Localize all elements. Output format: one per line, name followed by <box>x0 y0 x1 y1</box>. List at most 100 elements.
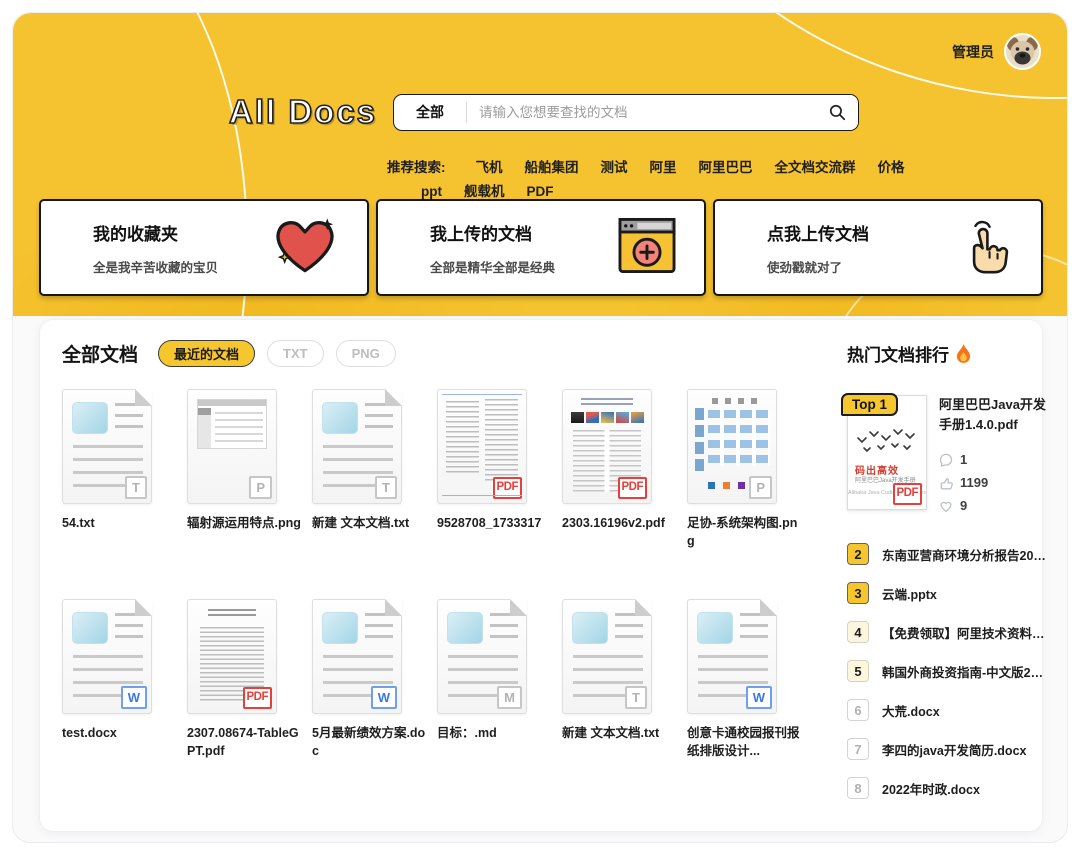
document-name: 辐射源运用特点.png <box>187 514 301 532</box>
heart-outline-icon <box>939 499 953 513</box>
content-panel: 全部文档 最近的文档 TXT PNG 热门文档排行 T <box>39 319 1043 832</box>
decor <box>695 408 704 476</box>
filter-png[interactable]: PNG <box>336 340 396 367</box>
search-category-dropdown[interactable]: 全部 <box>394 102 466 122</box>
recommend-tag[interactable]: ppt <box>421 183 442 200</box>
pointing-hand-icon <box>953 214 1013 281</box>
filetype-badge: PDF <box>618 477 648 500</box>
decor <box>581 398 633 406</box>
ranking-document-name: 李四的java开发简历.docx <box>882 740 1026 759</box>
app-logo: All Docs <box>229 93 377 131</box>
feature-cards-row: 我的收藏夹 全是我辛苦收藏的宝贝 我上传的文档 全部是精华全部是经典 <box>39 199 1043 296</box>
document-item[interactable]: W 5月最新绩效方案.doc <box>312 599 437 809</box>
document-thumbnail: P <box>187 389 277 504</box>
recommend-tag[interactable]: 测试 <box>601 159 628 176</box>
recommend-tag[interactable]: 飞机 <box>476 159 503 176</box>
user-avatar[interactable] <box>1004 33 1041 70</box>
document-name: 创意卡通校园报刊报纸排版设计... <box>687 724 801 760</box>
document-item[interactable]: P 辐射源运用特点.png <box>187 389 312 599</box>
document-name: 新建 文本文档.txt <box>562 724 676 742</box>
document-item[interactable]: P 足协-系统架构图.png <box>687 389 812 599</box>
top1-document-name: 阿里巴巴Java开发手册1.4.0.pdf <box>939 395 1049 434</box>
search-box: 全部 <box>393 94 859 131</box>
decor <box>365 403 393 434</box>
user-area: 管理员 <box>952 33 1041 70</box>
ranking-document-name: 大荒.docx <box>882 701 940 720</box>
favorites-stat: 9 <box>939 498 1049 513</box>
recommend-row-2: ppt 舰载机 PDF <box>387 183 905 200</box>
recommend-tag[interactable]: 全文档交流群 <box>775 159 856 176</box>
document-item[interactable]: W test.docx <box>62 599 187 809</box>
panel-body: T 54.txt P 辐射源运用特点.png T 新建 <box>62 389 1020 809</box>
ranking-title: 热门文档排行 <box>847 341 949 366</box>
document-item[interactable]: T 新建 文本文档.txt <box>562 599 687 809</box>
comments-value: 1 <box>960 452 967 467</box>
document-item[interactable]: PDF 2307.08674-TableGPT.pdf <box>187 599 312 809</box>
recommend-tag[interactable]: 船舶集团 <box>525 159 579 176</box>
recommend-tag[interactable]: 舰载机 <box>464 183 505 200</box>
search-row: All Docs 全部 <box>229 93 859 131</box>
document-item[interactable]: PDF 9528708_1733317 <box>437 389 562 599</box>
document-item[interactable]: T 新建 文本文档.txt <box>312 389 437 599</box>
search-button[interactable] <box>816 95 858 130</box>
filetype-badge: PDF <box>243 687 273 710</box>
favorites-card[interactable]: 我的收藏夹 全是我辛苦收藏的宝贝 <box>39 199 369 296</box>
ranking-item[interactable]: 7 李四的java开发简历.docx <box>847 738 1050 760</box>
document-item[interactable]: M 目标：.md <box>437 599 562 809</box>
document-thumbnail: T <box>562 599 652 714</box>
document-item[interactable]: PDF 2303.16196v2.pdf <box>562 389 687 599</box>
document-thumbnail: M <box>437 599 527 714</box>
recommend-tag[interactable]: 阿里 <box>650 159 677 176</box>
document-thumbnail: T <box>62 389 152 504</box>
document-item[interactable]: T 54.txt <box>62 389 187 599</box>
rank-badge: 4 <box>847 621 869 643</box>
top1-item[interactable]: Top 1 码出高效 阿里巴巴Java开发手册 Alibaba Java Cod… <box>847 395 1050 513</box>
ranking-document-name: 东南亚营商环境分析报告2019版.... <box>882 545 1050 564</box>
decor <box>115 403 143 434</box>
filetype-badge: P <box>249 476 272 499</box>
filetype-badge: W <box>371 686 397 709</box>
top1-cover-thumbnail: Top 1 码出高效 阿里巴巴Java开发手册 Alibaba Java Cod… <box>847 395 927 510</box>
ranking-item[interactable]: 3 云端.pptx <box>847 582 1050 604</box>
document-thumbnail: T <box>312 389 402 504</box>
likes-stat: 1199 <box>939 475 1049 490</box>
document-thumbnail: W <box>62 599 152 714</box>
document-thumbnail: PDF <box>187 599 277 714</box>
search-input[interactable] <box>467 105 816 120</box>
decor <box>615 613 643 644</box>
rank-badge: 2 <box>847 543 869 565</box>
my-uploads-card[interactable]: 我上传的文档 全部是精华全部是经典 <box>376 199 706 296</box>
decor <box>490 613 518 644</box>
top1-info: 阿里巴巴Java开发手册1.4.0.pdf 1 <box>927 395 1049 513</box>
recommend-tag[interactable]: 阿里巴巴 <box>699 159 753 176</box>
document-thumbnail: PDF <box>437 389 527 504</box>
ranking-item[interactable]: 5 韩国外商投资指南-中文版2020... <box>847 660 1050 682</box>
ranking-list: 2 东南亚营商环境分析报告2019版.... 3 云端.pptx 4 【免费领取… <box>847 543 1050 799</box>
ranking-item[interactable]: 2 东南亚营商环境分析报告2019版.... <box>847 543 1050 565</box>
filter-txt[interactable]: TXT <box>267 340 324 367</box>
filetype-badge: PDF <box>893 483 923 506</box>
upload-window-icon <box>618 217 676 278</box>
upload-card[interactable]: 点我上传文档 使劲戳就对了 <box>713 199 1043 296</box>
ranking-document-name: 云端.pptx <box>882 584 937 603</box>
recommend-tag[interactable]: 价格 <box>878 159 905 176</box>
document-thumbnail: W <box>312 599 402 714</box>
decor <box>708 410 770 466</box>
document-item[interactable]: W 创意卡通校园报刊报纸排版设计... <box>687 599 812 809</box>
ranking-item[interactable]: 4 【免费领取】阿里技术资料解密... <box>847 621 1050 643</box>
document-grid: T 54.txt P 辐射源运用特点.png T 新建 <box>62 389 812 809</box>
ranking-item[interactable]: 8 2022年时政.docx <box>847 777 1050 799</box>
docs-section-title: 全部文档 <box>62 340 138 367</box>
ranking-item[interactable]: 6 大荒.docx <box>847 699 1050 721</box>
recommend-tag[interactable]: PDF <box>527 183 554 200</box>
document-name: 9528708_1733317 <box>437 514 551 532</box>
rank-badge: 7 <box>847 738 869 760</box>
document-name: 54.txt <box>62 514 176 532</box>
filter-recent[interactable]: 最近的文档 <box>158 340 255 367</box>
decor <box>571 412 645 423</box>
rank-badge: 5 <box>847 660 869 682</box>
ranking-document-name: 韩国外商投资指南-中文版2020... <box>882 662 1050 681</box>
comment-icon <box>939 453 953 467</box>
filetype-badge: T <box>625 686 647 709</box>
document-thumbnail: PDF <box>562 389 652 504</box>
